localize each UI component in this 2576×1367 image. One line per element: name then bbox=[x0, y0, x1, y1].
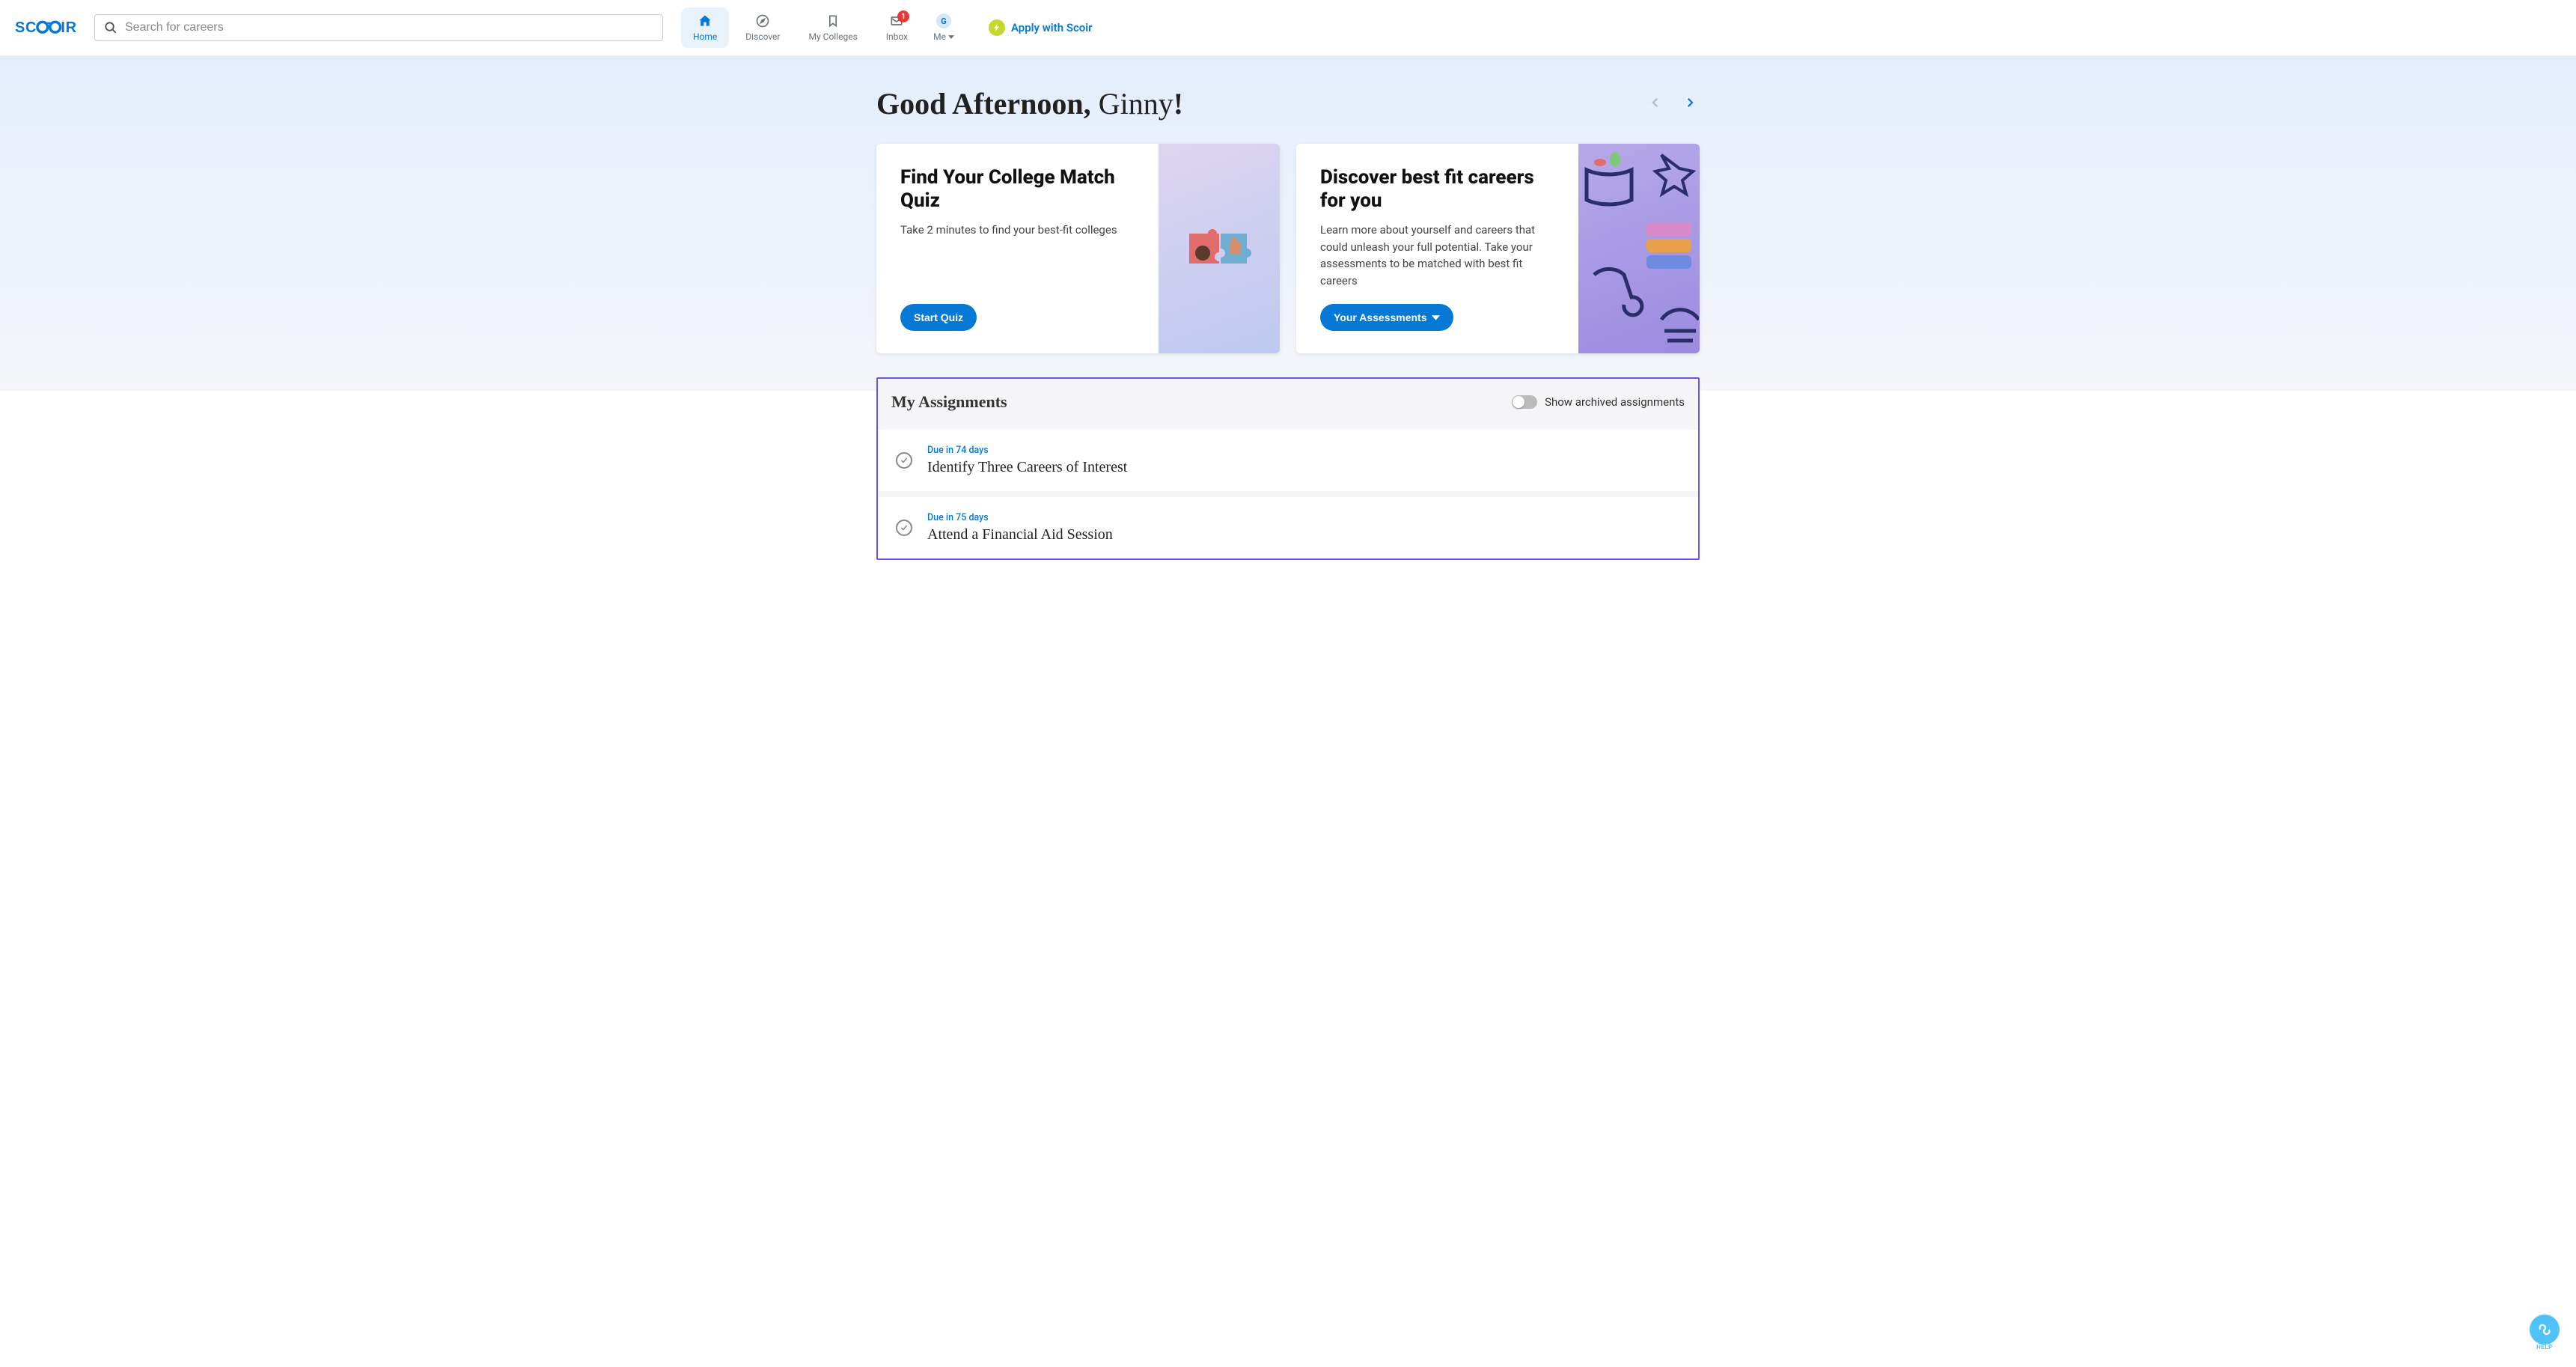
start-quiz-button[interactable]: Start Quiz bbox=[900, 304, 977, 331]
nav-me[interactable]: G Me bbox=[924, 7, 963, 48]
archived-toggle[interactable] bbox=[1512, 395, 1537, 409]
button-label: Your Assessments bbox=[1334, 311, 1427, 323]
greeting-name: Ginny bbox=[1099, 87, 1173, 121]
assignment-text: Due in 75 days Attend a Financial Aid Se… bbox=[927, 512, 1113, 544]
assignments-title: My Assignments bbox=[891, 392, 1007, 412]
toggle-thumb bbox=[1513, 396, 1524, 408]
nav-label: Inbox bbox=[886, 31, 908, 42]
caret-down-icon bbox=[948, 35, 954, 39]
chevron-left-icon bbox=[1649, 96, 1662, 109]
chevron-right-icon bbox=[1683, 96, 1697, 109]
nav-inbox[interactable]: 1 Inbox bbox=[874, 7, 920, 48]
nav-discover[interactable]: Discover bbox=[733, 7, 792, 48]
nav-label: Discover bbox=[745, 31, 780, 42]
me-label-row: Me bbox=[933, 31, 954, 42]
toggle-label: Show archived assignments bbox=[1545, 395, 1685, 409]
nav-label: My Colleges bbox=[809, 31, 858, 42]
card-discover-careers: Discover best fit careers for you Learn … bbox=[1296, 144, 1700, 353]
button-label: Start Quiz bbox=[914, 311, 963, 323]
assignment-text: Due in 74 days Identify Three Careers of… bbox=[927, 445, 1127, 476]
carousel-nav bbox=[1646, 93, 1700, 115]
apply-with-scoir-button[interactable]: Apply with Scoir bbox=[980, 13, 1102, 42]
your-assessments-button[interactable]: Your Assessments bbox=[1320, 304, 1453, 331]
assignment-due: Due in 74 days bbox=[927, 445, 1127, 456]
cards-row: Find Your College Match Quiz Take 2 minu… bbox=[876, 144, 1700, 353]
greeting-suffix: ! bbox=[1173, 87, 1183, 121]
career-items-icon bbox=[1579, 147, 1699, 350]
complete-checkbox[interactable] bbox=[896, 452, 912, 469]
carousel-next-button[interactable] bbox=[1680, 93, 1700, 115]
help-button[interactable]: HELP bbox=[2528, 1315, 2561, 1354]
greeting-row: Good Afternoon, Ginny! bbox=[876, 86, 1700, 121]
help-circle bbox=[2530, 1315, 2560, 1345]
nav-my-colleges[interactable]: My Colleges bbox=[797, 7, 870, 48]
card-college-match-quiz: Find Your College Match Quiz Take 2 minu… bbox=[876, 144, 1280, 353]
svg-text:SC: SC bbox=[15, 19, 37, 36]
assignment-name: Attend a Financial Aid Session bbox=[927, 526, 1113, 544]
apply-label: Apply with Scoir bbox=[1011, 21, 1093, 34]
logo[interactable]: SC IR bbox=[15, 17, 84, 38]
caret-down-icon bbox=[1432, 314, 1440, 322]
greeting-prefix: Good Afternoon, bbox=[876, 87, 1099, 121]
greeting-heading: Good Afternoon, Ginny! bbox=[876, 86, 1183, 121]
quiz-illustration bbox=[1159, 144, 1280, 353]
card-description: Take 2 minutes to find your best-fit col… bbox=[900, 222, 1135, 239]
avatar: G bbox=[936, 13, 951, 28]
check-icon bbox=[900, 523, 909, 532]
home-icon bbox=[698, 13, 712, 28]
card-title: Find Your College Match Quiz bbox=[900, 166, 1135, 213]
logo-icon: SC IR bbox=[15, 17, 84, 38]
assignment-item[interactable]: Due in 75 days Attend a Financial Aid Se… bbox=[878, 497, 1698, 558]
complete-checkbox[interactable] bbox=[896, 520, 912, 536]
assignments-header: My Assignments Show archived assignments bbox=[878, 379, 1698, 430]
check-icon bbox=[900, 456, 909, 465]
inbox-badge: 1 bbox=[897, 10, 909, 22]
bolt-icon bbox=[989, 19, 1005, 36]
compass-icon bbox=[755, 13, 770, 28]
hero-section: Good Afternoon, Ginny! Find Your College… bbox=[0, 56, 2576, 391]
search-input[interactable] bbox=[125, 21, 653, 34]
archived-toggle-row: Show archived assignments bbox=[1512, 395, 1685, 409]
search-icon bbox=[104, 21, 117, 34]
bookmark-icon bbox=[825, 13, 840, 28]
svg-text:IR: IR bbox=[61, 19, 76, 36]
me-label: Me bbox=[933, 31, 946, 42]
careers-illustration bbox=[1578, 144, 1700, 353]
help-label: HELP bbox=[2536, 1344, 2553, 1351]
card-title: Discover best fit careers for you bbox=[1320, 166, 1554, 213]
main-nav: Home Discover My Colleges 1 Inbox G Me bbox=[681, 7, 963, 48]
infinity-icon bbox=[2536, 1321, 2553, 1338]
search-container[interactable] bbox=[94, 14, 663, 41]
nav-label: Home bbox=[693, 31, 717, 42]
nav-home[interactable]: Home bbox=[681, 7, 729, 48]
puzzle-icon bbox=[1174, 211, 1264, 286]
card-description: Learn more about yourself and careers th… bbox=[1320, 222, 1554, 289]
assignment-due: Due in 75 days bbox=[927, 512, 1113, 523]
carousel-prev-button[interactable] bbox=[1646, 93, 1665, 115]
my-assignments-panel: My Assignments Show archived assignments… bbox=[876, 377, 1700, 560]
app-header: SC IR Home Discover My Colleges 1 Inbox bbox=[0, 0, 2576, 56]
assignment-item[interactable]: Due in 74 days Identify Three Careers of… bbox=[878, 430, 1698, 497]
assignment-name: Identify Three Careers of Interest bbox=[927, 459, 1127, 476]
